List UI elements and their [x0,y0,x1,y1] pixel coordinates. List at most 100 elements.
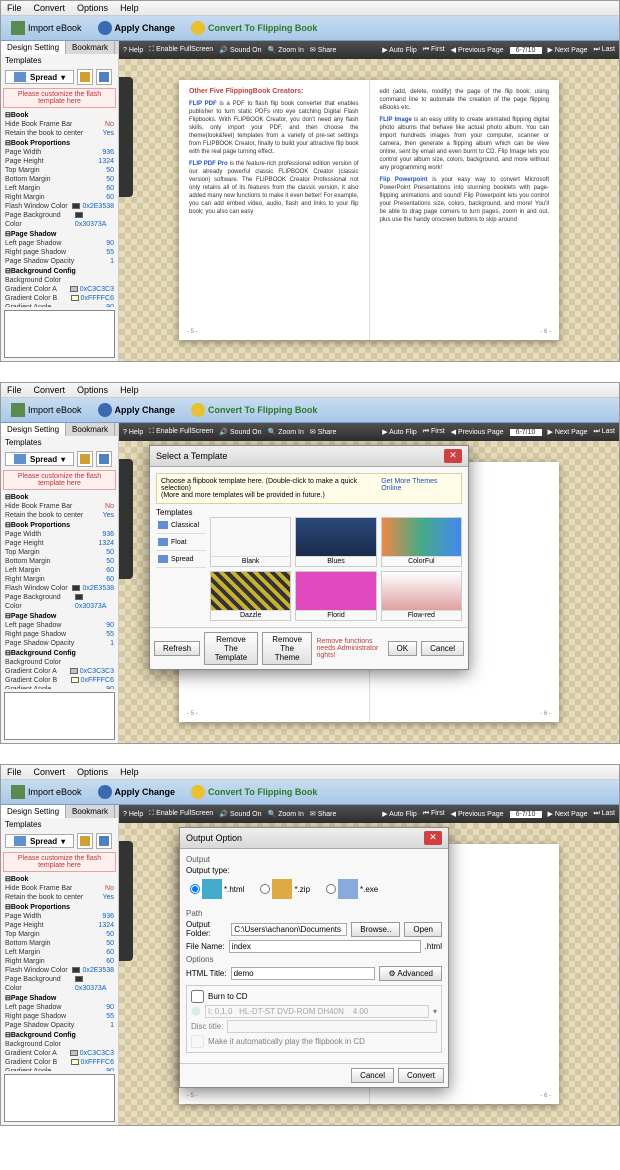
prop-row[interactable]: Hide Book Frame BarNo [3,120,116,129]
menu-file[interactable]: File [7,3,22,13]
prop-row[interactable]: Left page Shadow90 [3,239,116,248]
thumb-dazzle[interactable]: Dazzle [210,571,291,621]
apply-change-button[interactable]: Apply Change [94,19,180,37]
prev-page-button[interactable]: ◀ Previous Page [451,428,504,436]
prop-row[interactable]: Flash Window Color0x2E3538 [3,966,116,975]
fullscreen-button[interactable]: ⛶ Enable FullScreen [149,428,213,436]
customize-hint[interactable]: Please customize the flash template here [3,88,116,108]
prop-group[interactable]: ⊟Book Proportions [3,138,116,148]
file-name-input[interactable] [229,940,421,953]
prop-row[interactable]: Gradient Angle90 [3,1067,116,1071]
save-template-button[interactable] [77,451,93,467]
sound-button[interactable]: 🔊 Sound On [219,810,261,818]
output-type-zip[interactable]: *.zip [260,879,310,899]
prop-group[interactable]: ⊟Page Shadow [3,611,116,621]
prop-row[interactable]: Bottom Margin50 [3,557,116,566]
share-button[interactable]: ✉ Share [310,428,337,436]
spread-template-button[interactable]: Spread▾ [5,834,74,848]
load-template-button[interactable] [96,69,112,85]
prop-row[interactable]: Top Margin50 [3,166,116,175]
prop-group[interactable]: ⊟Book [3,874,116,884]
prop-row[interactable]: Retain the book to centerYes [3,893,116,902]
spread-template-button[interactable]: Spread▾ [5,70,74,84]
prop-row[interactable]: Left page Shadow90 [3,1003,116,1012]
customize-hint[interactable]: Please customize the flash template here [3,470,116,490]
side-tabs[interactable] [119,841,133,961]
prop-row[interactable]: Bottom Margin50 [3,175,116,184]
side-tabs[interactable] [119,459,133,579]
prop-row[interactable]: Page Shadow Opacity1 [3,257,116,266]
autoflip-button[interactable]: ▶ Auto Flip [382,46,417,54]
menu-options[interactable]: Options [77,767,108,777]
prop-group[interactable]: ⊟Background Config [3,648,116,658]
zoom-button[interactable]: 🔍 Zoom In [268,46,304,54]
thumb-colorful[interactable]: ColorFul [381,517,462,567]
import-ebook-button[interactable]: Import eBook [7,783,86,801]
prop-row[interactable]: Gradient Color B0xFFFFC6 [3,1058,116,1067]
prop-row[interactable]: Flash Window Color0x2E3538 [3,584,116,593]
menu-help[interactable]: Help [120,385,139,395]
prop-row[interactable]: Bottom Margin50 [3,939,116,948]
cancel-button[interactable]: Cancel [351,1068,394,1083]
browse-button[interactable]: Browse.. [351,922,400,937]
load-template-button[interactable] [96,451,112,467]
tab-bookmark[interactable]: Bookmark [66,805,115,818]
menu-file[interactable]: File [7,385,22,395]
prop-group[interactable]: ⊟Book [3,492,116,502]
menu-file[interactable]: File [7,767,22,777]
spread-template-button[interactable]: Spread▾ [5,452,74,466]
prop-row[interactable]: Left Margin60 [3,566,116,575]
prop-row[interactable]: Page Height1324 [3,539,116,548]
prop-row[interactable]: Flash Window Color0x2E3538 [3,202,116,211]
output-folder-input[interactable] [231,923,347,936]
close-icon[interactable]: ✕ [424,831,442,845]
first-page-button[interactable]: ⏮ First [423,810,445,818]
tab-bookmark[interactable]: Bookmark [66,423,115,436]
menu-help[interactable]: Help [120,3,139,13]
cancel-button[interactable]: Cancel [421,641,464,656]
tab-design-setting[interactable]: Design Setting [1,805,66,818]
autoflip-button[interactable]: ▶ Auto Flip [382,810,417,818]
prop-group[interactable]: ⊟Background Config [3,1030,116,1040]
prop-row[interactable]: Right Margin60 [3,575,116,584]
zoom-button[interactable]: 🔍 Zoom In [268,810,304,818]
prop-row[interactable]: Right Margin60 [3,193,116,202]
save-template-button[interactable] [77,833,93,849]
prop-row[interactable]: Hide Book Frame BarNo [3,884,116,893]
book[interactable]: Other Five FlippingBook Creators: FLIP P… [179,80,559,340]
customize-hint[interactable]: Please customize the flash template here [3,852,116,872]
import-ebook-button[interactable]: Import eBook [7,19,86,37]
sound-button[interactable]: 🔊 Sound On [219,428,261,436]
next-page-button[interactable]: ▶ Next Page [548,810,588,818]
prop-row[interactable]: Page Width936 [3,912,116,921]
advanced-button[interactable]: ⚙ Advanced [379,966,442,981]
thumb-blues[interactable]: Blues [295,517,376,567]
share-button[interactable]: ✉ Share [310,810,337,818]
output-type-html[interactable]: *.html [190,879,244,899]
cat-classical[interactable]: Classical [156,517,206,534]
html-title-input[interactable] [231,967,376,980]
zoom-button[interactable]: 🔍 Zoom In [268,428,304,436]
last-page-button[interactable]: ⏭ Last [594,810,615,818]
more-themes-link[interactable]: Get More Themes Online [381,478,457,499]
convert-button[interactable]: Convert To Flipping Book [187,401,321,419]
prop-row[interactable]: Page Shadow Opacity1 [3,639,116,648]
autoflip-button[interactable]: ▶ Auto Flip [382,428,417,436]
page-input[interactable]: 6-7/10 [510,429,542,436]
prop-row[interactable]: Right Margin60 [3,957,116,966]
prev-page-button[interactable]: ◀ Previous Page [451,46,504,54]
tab-design-setting[interactable]: Design Setting [1,41,66,54]
prop-row[interactable]: Gradient Angle90 [3,303,116,307]
prop-row[interactable]: Right page Shadow55 [3,248,116,257]
remove-template-button[interactable]: Remove The Template [204,632,258,665]
prop-group[interactable]: ⊟Background Config [3,266,116,276]
prev-page-button[interactable]: ◀ Previous Page [451,810,504,818]
prop-row[interactable]: Retain the book to centerYes [3,511,116,520]
prop-row[interactable]: Gradient Color A0xC3C3C3 [3,1049,116,1058]
convert-button[interactable]: Convert To Flipping Book [187,19,321,37]
help-button[interactable]: ? Help [123,47,143,54]
page-input[interactable]: 6-7/10 [510,47,542,54]
close-icon[interactable]: ✕ [444,449,462,463]
prop-row[interactable]: Page Shadow Opacity1 [3,1021,116,1030]
prop-row[interactable]: Gradient Color B0xFFFFC6 [3,294,116,303]
